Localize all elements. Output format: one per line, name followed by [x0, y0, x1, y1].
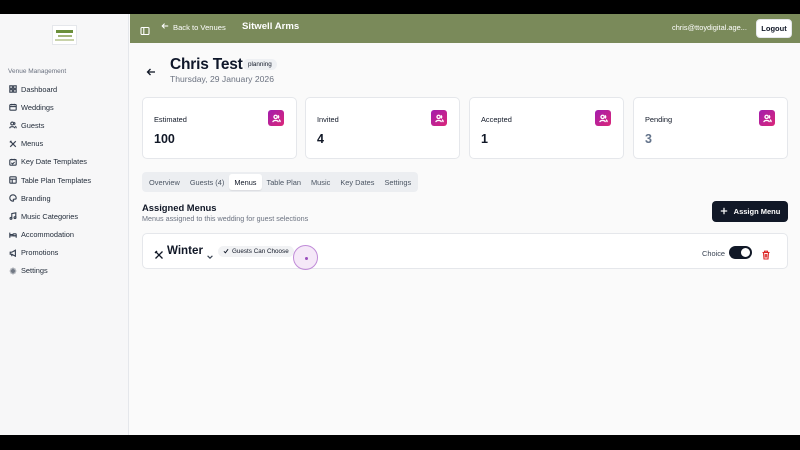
plus-icon	[720, 207, 728, 217]
calendar-check-icon	[8, 157, 17, 166]
sidebar-item-promotions[interactable]: Promotions	[0, 244, 129, 262]
sidebar-item-accommodation[interactable]: Accommodation	[0, 226, 129, 244]
utensils-icon	[154, 247, 164, 259]
megaphone-icon	[8, 248, 17, 257]
sidebar-item-label: Dashboard	[21, 84, 58, 94]
arrow-left-icon	[161, 22, 169, 32]
wedding-tabs: Overview Guests (4) Menus Table Plan Mus…	[142, 172, 419, 192]
back-to-venues-label: Back to Venues	[173, 22, 226, 32]
sidebar-item-label: Music Categories	[21, 211, 79, 221]
venue-logo	[52, 25, 77, 45]
sidebar-nav: Dashboard Weddings Guests Menus Key Date…	[0, 80, 129, 280]
gear-icon	[8, 266, 17, 275]
trash-icon[interactable]	[761, 247, 771, 260]
tab-music[interactable]: Music	[306, 174, 335, 190]
cursor-indicator	[293, 245, 318, 270]
sidebar-section-label: Venue Management	[8, 68, 67, 75]
sidebar-item-guests[interactable]: Guests	[0, 116, 129, 134]
assign-menu-button[interactable]: Assign Menu	[712, 201, 788, 222]
sidebar-item-settings[interactable]: Settings	[0, 262, 129, 280]
stat-value: 1	[481, 132, 488, 146]
stat-card-pending: Pending 3	[633, 97, 788, 159]
top-bar: Back to Venues Sitwell Arms chris@ttoydi…	[130, 14, 800, 43]
users-icon	[431, 110, 447, 126]
status-badge: planning	[243, 59, 277, 70]
users-icon	[759, 110, 775, 126]
sidebar-item-menus[interactable]: Menus	[0, 135, 129, 153]
choice-toggle[interactable]	[729, 246, 752, 259]
tab-settings[interactable]: Settings	[379, 174, 416, 190]
calendar-icon	[8, 103, 17, 112]
sidebar-item-label: Branding	[21, 193, 51, 203]
stat-value: 3	[645, 132, 652, 146]
stat-label: Pending	[645, 115, 673, 124]
stat-label: Estimated	[154, 115, 187, 124]
sidebar-item-music-categories[interactable]: Music Categories	[0, 207, 129, 225]
tab-table-plan[interactable]: Table Plan	[262, 174, 307, 190]
sidebar-item-label: Guests	[21, 120, 45, 130]
sidebar-item-branding[interactable]: Branding	[0, 189, 129, 207]
page-title: Chris Test	[170, 56, 243, 73]
tab-menus[interactable]: Menus	[229, 174, 262, 190]
stat-label: Invited	[317, 115, 339, 124]
stat-card-estimated: Estimated 100	[142, 97, 297, 159]
users-icon	[268, 110, 284, 126]
user-email: chris@ttoydigital.age...	[672, 23, 747, 32]
venue-name: Sitwell Arms	[242, 21, 300, 32]
section-title: Assigned Menus	[142, 202, 217, 213]
sidebar-item-label: Menus	[21, 139, 44, 149]
sidebar-item-label: Weddings	[21, 102, 54, 112]
back-to-venues-link[interactable]: Back to Venues	[161, 22, 226, 32]
stat-card-invited: Invited 4	[305, 97, 460, 159]
layout-icon	[8, 176, 17, 185]
sidebar-item-label: Settings	[21, 266, 48, 276]
stat-value: 4	[317, 132, 324, 146]
users-icon	[595, 110, 611, 126]
check-icon	[223, 248, 229, 256]
assign-menu-label: Assign Menu	[733, 207, 781, 216]
assigned-menu-card: Winter Guests Can Choose Choice	[142, 233, 788, 270]
stat-value: 100	[154, 132, 175, 146]
choice-label: Choice	[702, 249, 726, 258]
sidebar-toggle-icon[interactable]	[140, 23, 150, 36]
back-arrow-icon[interactable]	[146, 64, 156, 76]
users-icon	[8, 121, 17, 130]
app-frame: Venue Management Dashboard Weddings Gues…	[0, 14, 800, 435]
bed-icon	[8, 230, 17, 239]
utensils-icon	[8, 139, 17, 148]
sidebar-item-label: Key Date Templates	[21, 157, 88, 167]
menu-name: Winter	[167, 244, 203, 257]
grid-icon	[8, 85, 17, 94]
sidebar-item-label: Table Plan Templates	[21, 175, 92, 185]
sidebar-item-weddings[interactable]: Weddings	[0, 98, 129, 116]
music-icon	[8, 212, 17, 221]
tab-overview[interactable]: Overview	[144, 174, 185, 190]
sidebar-item-label: Promotions	[21, 248, 59, 258]
sidebar-item-dashboard[interactable]: Dashboard	[0, 80, 129, 98]
wedding-date: Thursday, 29 January 2026	[170, 74, 274, 84]
tab-guests[interactable]: Guests (4)	[185, 174, 230, 190]
section-description: Menus assigned to this wedding for guest…	[142, 214, 309, 223]
chevron-down-icon[interactable]	[206, 248, 214, 259]
logout-button[interactable]: Logout	[756, 19, 792, 38]
stat-label: Accepted	[481, 115, 512, 124]
sidebar-item-key-date-templates[interactable]: Key Date Templates	[0, 153, 129, 171]
tab-key-dates[interactable]: Key Dates	[335, 174, 379, 190]
stat-card-accepted: Accepted 1	[469, 97, 624, 159]
sidebar: Venue Management Dashboard Weddings Gues…	[0, 14, 129, 435]
palette-icon	[8, 194, 17, 203]
guests-can-choose-badge: Guests Can Choose	[218, 246, 294, 257]
sidebar-item-label: Accommodation	[21, 230, 74, 240]
badge-label: Guests Can Choose	[232, 248, 289, 255]
sidebar-item-table-plan-templates[interactable]: Table Plan Templates	[0, 171, 129, 189]
